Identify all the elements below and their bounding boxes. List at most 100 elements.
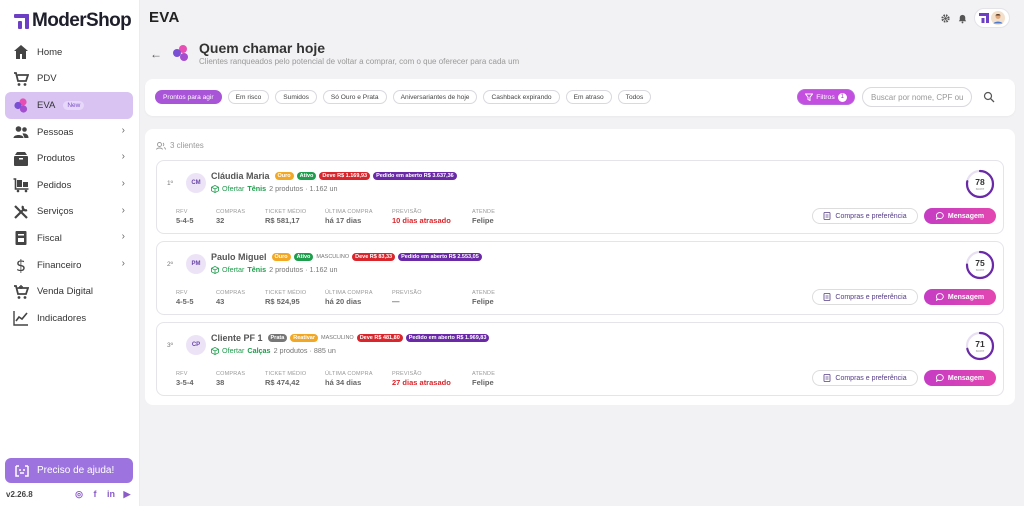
help-label: Preciso de ajuda!: [37, 465, 115, 476]
filter-chip[interactable]: Sumidos: [275, 90, 317, 104]
youtube-icon[interactable]: ▶: [122, 489, 132, 500]
stat-header: ATENDE: [472, 371, 496, 377]
facebook-icon[interactable]: f: [90, 489, 100, 500]
receipt-icon: [823, 374, 831, 382]
sidebar-item-eva[interactable]: EVA New: [5, 92, 133, 119]
user-menu-button[interactable]: [974, 8, 1010, 28]
user-avatar-icon: [991, 11, 1005, 25]
customer-name[interactable]: Paulo Miguel: [211, 252, 267, 262]
stat-ticket: TICKET MÉDIO R$ 524,95: [265, 290, 311, 306]
customer-stats: RFV 3-5-4 COMPRAS 38 TICKET MÉDIO R$ 474,42 ÚL…: [176, 371, 526, 387]
topbar: EVA: [140, 0, 1024, 36]
stat-header: COMPRAS: [216, 371, 246, 377]
gear-icon[interactable]: [940, 13, 951, 24]
back-arrow-icon[interactable]: ←: [150, 47, 162, 61]
offer-detail: 2 produtos · 885 un: [273, 346, 336, 355]
sidebar-item-pessoas[interactable]: Pessoas ›: [5, 119, 133, 146]
filter-chip[interactable]: Em atraso: [565, 90, 612, 104]
sidebar-item-financeiro[interactable]: $ Financeiro ›: [5, 252, 133, 279]
sidebar-item-servicos[interactable]: Serviços ›: [5, 199, 133, 226]
score-value: 71: [975, 339, 985, 349]
purchases-preferences-button[interactable]: Compras e preferência: [812, 370, 918, 386]
filters-button[interactable]: Filtros 1: [797, 89, 855, 105]
message-button[interactable]: Mensagem: [924, 208, 996, 224]
purchases-preferences-button[interactable]: Compras e preferência: [812, 208, 918, 224]
stat-ticket: TICKET MÉDIO R$ 474,42: [265, 371, 311, 387]
sidebar-item-label: Pedidos: [37, 179, 72, 191]
brand-logo[interactable]: ModerShop: [14, 10, 132, 32]
offer-label: Ofertar: [222, 265, 245, 274]
sidebar-item-home[interactable]: Home: [5, 39, 133, 66]
customer-name[interactable]: Cliente PF 1: [211, 333, 263, 343]
search-input[interactable]: [862, 87, 972, 107]
linkedin-icon[interactable]: in: [106, 489, 116, 500]
customer-tag: Ouro: [274, 172, 294, 180]
chat-bubble-icon: [935, 212, 944, 220]
offer-label: Ofertar: [222, 184, 245, 193]
sidebar-item-indicadores[interactable]: Indicadores: [5, 305, 133, 332]
customer-card: 1º CM Cláudia Maria Ouro Ativo Deve R$ 1.169,…: [156, 160, 1004, 234]
stat-rfv: RFV 5-4-5: [176, 209, 202, 225]
offer-label: Ofertar: [222, 346, 245, 355]
stat-previsao: PREVISÃO 10 dias atrasado: [392, 209, 458, 225]
filter-chip[interactable]: Em risco: [227, 90, 270, 104]
purchases-preferences-button[interactable]: Compras e preferência: [812, 289, 918, 305]
message-label: Mensagem: [947, 212, 985, 220]
offer-row: Ofertar Tênis 2 produtos · 1.162 un: [211, 265, 338, 274]
digital-cart-icon: [12, 284, 29, 300]
bell-icon[interactable]: [957, 13, 968, 24]
tools-icon: [12, 204, 29, 220]
stat-header: RFV: [176, 371, 188, 377]
logo-mark-icon: [14, 13, 29, 29]
filter-chip[interactable]: Aniversariantes de hoje: [392, 90, 478, 104]
customer-list: 3 clientes 1º CM Cláudia Maria Ouro Ativo Dev…: [145, 129, 1015, 405]
message-button[interactable]: Mensagem: [924, 370, 996, 386]
svg-text:$: $: [15, 257, 25, 273]
filter-chip[interactable]: Só Ouro e Prata: [322, 90, 387, 104]
chart-icon: [12, 310, 29, 326]
sidebar-item-label: Financeiro: [37, 259, 82, 271]
topbar-title: EVA: [149, 9, 180, 26]
customer-name[interactable]: Cláudia Maria: [211, 171, 270, 181]
orders-icon: [12, 177, 29, 193]
score-value: 75: [975, 258, 985, 268]
stat-value: Felipe: [472, 216, 494, 225]
page-header: ← Quem chamar hoje Clientes ranqueados p…: [148, 38, 848, 72]
customer-stats: RFV 5-4-5 COMPRAS 32 TICKET MÉDIO R$ 581,17 ÚL…: [176, 209, 526, 225]
sidebar-item-label: PDV: [37, 73, 57, 85]
customer-card: 2º PM Paulo Miguel Ouro Ativo MASCULINO Deve R…: [156, 241, 1004, 315]
sidebar-item-fiscal[interactable]: Fiscal ›: [5, 225, 133, 252]
dollar-icon: $: [12, 257, 29, 273]
help-button[interactable]: Preciso de ajuda!: [5, 458, 133, 483]
score-ring: 75 score: [965, 250, 995, 280]
chevron-right-icon: ›: [121, 204, 125, 216]
users-icon: [156, 141, 166, 150]
stat-ultima: ÚLTIMA COMPRA há 34 dias: [325, 371, 378, 387]
eva-logo-icon: [173, 45, 188, 61]
chevron-right-icon: ›: [121, 151, 125, 163]
receipt-icon: [823, 293, 831, 301]
sidebar-item-produtos[interactable]: Produtos ›: [5, 145, 133, 172]
sidebar-item-label: Serviços: [37, 206, 74, 218]
sidebar-item-label: Produtos: [37, 153, 76, 165]
sidebar-item-label: EVA: [37, 99, 56, 111]
stat-ticket: TICKET MÉDIO R$ 581,17: [265, 209, 311, 225]
message-button[interactable]: Mensagem: [924, 289, 996, 305]
customer-tag: Prata: [267, 334, 288, 342]
sidebar-item-venda-digital[interactable]: Venda Digital: [5, 278, 133, 305]
quick-filter-chips: Prontos para agir Em risco Sumidos Só Ouro …: [155, 90, 652, 104]
customer-tag: Deve R$ 1.169,93: [319, 172, 371, 180]
stat-header: ÚLTIMA COMPRA: [325, 371, 373, 377]
filter-chip[interactable]: Prontos para agir: [155, 90, 222, 104]
sidebar-item-pdv[interactable]: PDV: [5, 66, 133, 93]
sidebar-item-pedidos[interactable]: Pedidos ›: [5, 172, 133, 199]
filter-chip[interactable]: Todos: [617, 90, 652, 104]
customer-tag: Pedido em aberto R$ 2.553,05: [398, 253, 482, 261]
help-chat-icon: [15, 464, 29, 477]
offer-row: Ofertar Calças 2 produtos · 885 un: [211, 346, 336, 355]
search-icon[interactable]: [983, 91, 995, 103]
stat-value: R$ 474,42: [265, 378, 300, 387]
stat-value: 4-5-5: [176, 297, 194, 306]
instagram-icon[interactable]: ◎: [74, 489, 84, 500]
filter-chip[interactable]: Cashback expirando: [483, 90, 560, 104]
